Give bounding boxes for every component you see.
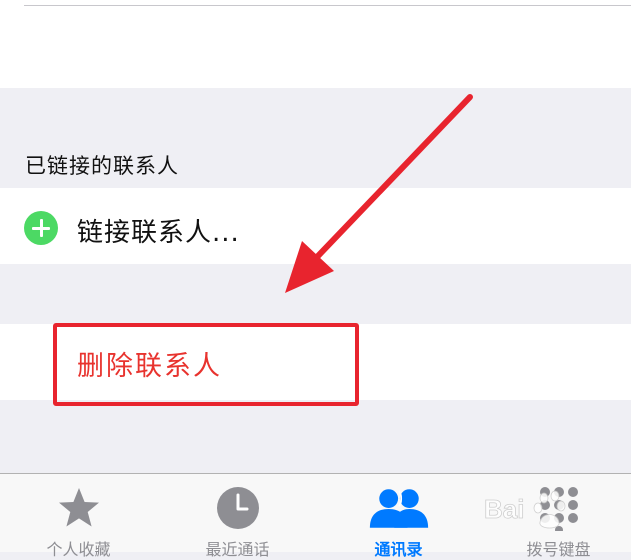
top-blank-cell <box>0 0 631 88</box>
tab-contacts-label: 通讯录 <box>374 540 423 559</box>
link-contact-row[interactable]: 链接联系人... <box>0 188 631 264</box>
delete-contact-button[interactable]: 删除联系人 <box>77 344 222 383</box>
top-divider <box>24 5 631 6</box>
star-icon <box>58 488 99 527</box>
tab-keypad-label: 拨号键盘 <box>526 540 591 559</box>
tab-recents-label: 最近通话 <box>205 540 270 559</box>
tab-favorites[interactable]: 个人收藏 <box>0 474 157 559</box>
tab-contacts[interactable]: 通讯录 <box>320 474 477 559</box>
clock-icon <box>216 487 259 529</box>
delete-contact-row[interactable]: 删除联系人 <box>0 324 631 400</box>
keypad-icon <box>539 487 578 531</box>
plus-circle-icon[interactable] <box>24 211 58 245</box>
tab-favorites-label: 个人收藏 <box>46 540 111 559</box>
tab-recents[interactable]: 最近通话 <box>159 474 316 559</box>
people-icon <box>369 489 428 528</box>
tab-keypad[interactable]: 拨号键盘 <box>480 474 631 559</box>
linked-contacts-header: 已链接的联系人 <box>25 154 179 178</box>
tab-bar: 个人收藏 最近通话 通讯录 拨号键盘 <box>0 473 631 559</box>
link-contact-label: 链接联系人... <box>77 218 240 248</box>
